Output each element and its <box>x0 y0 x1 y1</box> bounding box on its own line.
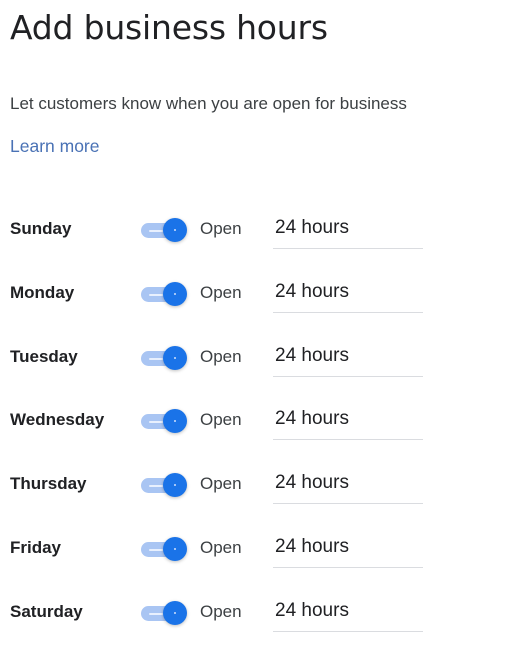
day-row-sunday: Sunday Open 24 hours <box>0 210 510 250</box>
status-label: Open <box>200 283 242 302</box>
hours-field[interactable]: 24 hours <box>273 401 423 440</box>
status-label: Open <box>200 219 242 238</box>
status-label: Open <box>200 474 242 493</box>
day-row-saturday: Saturday Open 24 hours <box>0 593 510 633</box>
day-label: Tuesday <box>10 347 78 366</box>
status-label: Open <box>200 410 242 429</box>
learn-more-link[interactable]: Learn more <box>10 136 100 157</box>
hours-field[interactable]: 24 hours <box>273 465 423 504</box>
open-toggle[interactable] <box>141 599 189 627</box>
day-label: Saturday <box>10 602 83 621</box>
page-title: Add business hours <box>10 8 328 47</box>
open-toggle[interactable] <box>141 535 189 563</box>
day-label: Wednesday <box>10 410 105 429</box>
toggle-knob <box>163 218 187 242</box>
toggle-knob <box>163 346 187 370</box>
day-row-monday: Monday Open 24 hours <box>0 274 510 314</box>
open-toggle[interactable] <box>141 216 189 244</box>
hours-value: 24 hours <box>275 345 349 366</box>
open-toggle[interactable] <box>141 471 189 499</box>
hours-field[interactable]: 24 hours <box>273 274 423 313</box>
page-subtitle: Let customers know when you are open for… <box>10 94 407 113</box>
day-label: Monday <box>10 283 75 302</box>
hours-field[interactable]: 24 hours <box>273 210 423 249</box>
status-label: Open <box>200 347 242 366</box>
day-row-wednesday: Wednesday Open 24 hours <box>0 401 510 441</box>
hours-field[interactable]: 24 hours <box>273 529 423 568</box>
open-toggle[interactable] <box>141 280 189 308</box>
toggle-knob <box>163 409 187 433</box>
hours-value: 24 hours <box>275 536 349 557</box>
day-row-thursday: Thursday Open 24 hours <box>0 465 510 505</box>
open-toggle[interactable] <box>141 407 189 435</box>
day-label: Friday <box>10 538 62 557</box>
hours-field[interactable]: 24 hours <box>273 593 423 632</box>
open-toggle[interactable] <box>141 344 189 372</box>
hours-value: 24 hours <box>275 217 349 238</box>
day-row-friday: Friday Open 24 hours <box>0 529 510 569</box>
hours-value: 24 hours <box>275 408 349 429</box>
day-row-tuesday: Tuesday Open 24 hours <box>0 338 510 378</box>
status-label: Open <box>200 602 242 621</box>
toggle-knob <box>163 282 187 306</box>
hours-value: 24 hours <box>275 281 349 302</box>
hours-value: 24 hours <box>275 472 349 493</box>
hours-value: 24 hours <box>275 600 349 621</box>
toggle-knob <box>163 473 187 497</box>
day-label: Thursday <box>10 474 87 493</box>
day-label: Sunday <box>10 219 72 238</box>
toggle-knob <box>163 537 187 561</box>
status-label: Open <box>200 538 242 557</box>
toggle-knob <box>163 601 187 625</box>
hours-field[interactable]: 24 hours <box>273 338 423 377</box>
